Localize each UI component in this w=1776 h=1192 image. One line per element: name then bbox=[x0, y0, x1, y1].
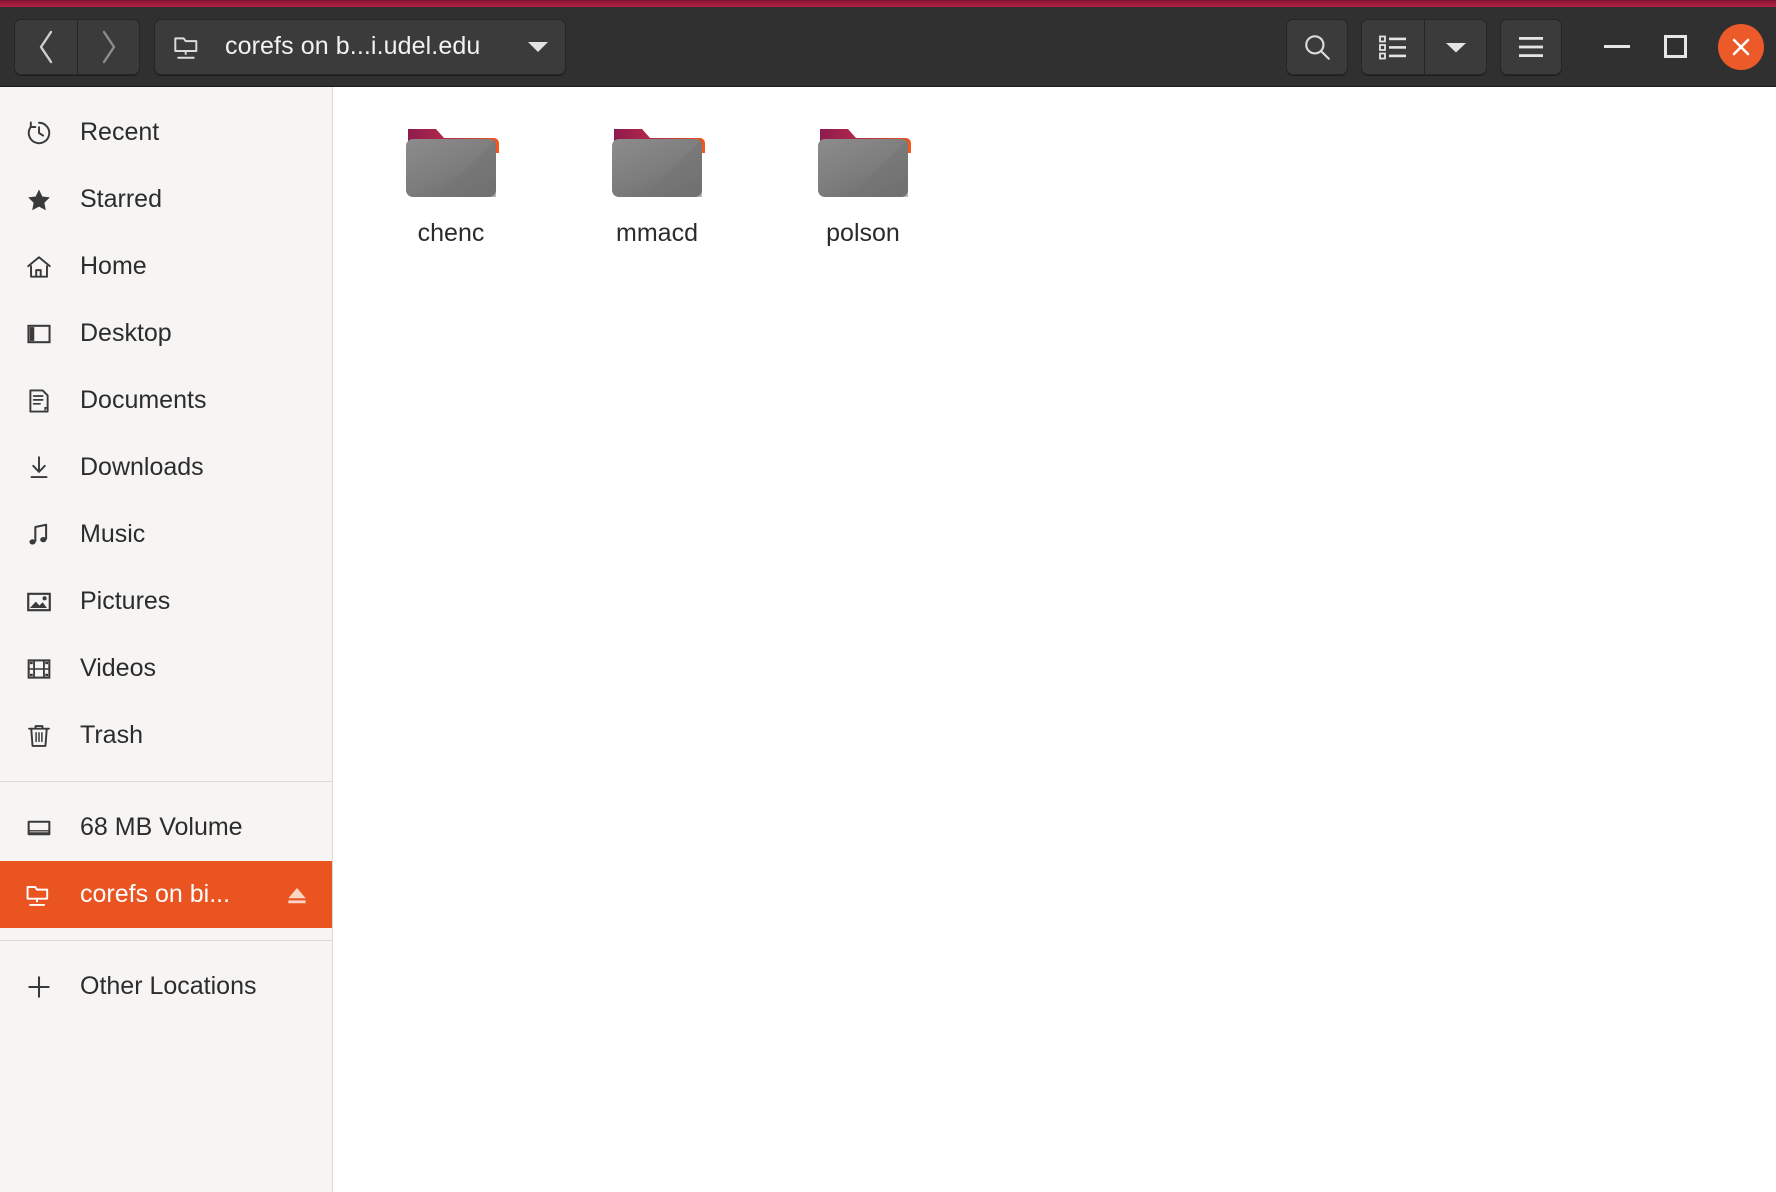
maximize-button[interactable] bbox=[1646, 18, 1704, 76]
sidebar-divider bbox=[0, 940, 332, 941]
minimize-button[interactable] bbox=[1588, 18, 1646, 76]
file-manager-window: corefs on b...i.udel.edu Recent Starred … bbox=[0, 0, 1776, 1192]
close-button[interactable] bbox=[1718, 23, 1764, 70]
sidebar-divider bbox=[0, 781, 332, 782]
sidebar-item-desktop[interactable]: Desktop bbox=[0, 300, 332, 367]
chevron-down-icon bbox=[1445, 42, 1466, 52]
chevron-right-icon bbox=[102, 30, 115, 63]
network-folder-icon bbox=[173, 32, 203, 62]
sidebar-item-starred[interactable]: Starred bbox=[0, 166, 332, 233]
sidebar-item-label: Home bbox=[80, 252, 147, 280]
document-icon bbox=[24, 386, 54, 416]
sidebar-item-home[interactable]: Home bbox=[0, 233, 332, 300]
folder-icon bbox=[814, 117, 912, 205]
home-icon bbox=[24, 252, 54, 282]
navigation-button-group bbox=[14, 18, 140, 75]
search-button[interactable] bbox=[1286, 18, 1348, 75]
back-button[interactable] bbox=[15, 19, 77, 74]
file-item[interactable]: chenc bbox=[375, 111, 527, 248]
desktop-icon bbox=[24, 319, 54, 349]
hamburger-menu-icon bbox=[1519, 36, 1543, 57]
network-folder-icon bbox=[24, 880, 54, 910]
sidebar-item-label: Recent bbox=[80, 118, 160, 146]
search-icon bbox=[1305, 34, 1330, 60]
sidebar-item-label: corefs on bi... bbox=[80, 880, 231, 908]
eject-icon[interactable] bbox=[284, 882, 316, 908]
window-body: Recent Starred Home Desktop Documents Do… bbox=[0, 87, 1776, 1192]
sidebar-item-corefs-on-bi[interactable]: corefs on bi... bbox=[0, 861, 332, 928]
sidebar-item-pictures[interactable]: Pictures bbox=[0, 568, 332, 635]
sidebar-item-label: Pictures bbox=[80, 587, 171, 615]
window-accent-strip bbox=[0, 0, 1776, 7]
path-label: corefs on b...i.udel.edu bbox=[225, 32, 481, 60]
sidebar-item-label: Documents bbox=[80, 386, 207, 414]
star-icon bbox=[24, 185, 54, 215]
file-name-label: mmacd bbox=[616, 219, 698, 247]
sidebar-item-label: Other Locations bbox=[80, 972, 257, 1000]
file-item[interactable]: mmacd bbox=[581, 111, 733, 248]
main-menu-button[interactable] bbox=[1500, 18, 1562, 75]
file-name-label: chenc bbox=[417, 219, 485, 247]
sidebar-item-label: Trash bbox=[80, 721, 143, 749]
sidebar-item-videos[interactable]: Videos bbox=[0, 635, 332, 702]
drive-icon bbox=[24, 813, 54, 843]
trash-icon bbox=[24, 721, 54, 751]
list-view-icon bbox=[1379, 35, 1406, 59]
close-icon bbox=[1732, 38, 1750, 55]
path-location-button[interactable]: corefs on b...i.udel.edu bbox=[154, 18, 566, 75]
file-grid: chenc mmacd polson bbox=[333, 87, 1776, 1192]
sidebar-item-label: Videos bbox=[80, 654, 156, 682]
folder-icon bbox=[402, 117, 500, 205]
sidebar-item-label: 68 MB Volume bbox=[80, 813, 243, 841]
picture-icon bbox=[24, 587, 54, 617]
sidebar-item-label: Desktop bbox=[80, 319, 172, 347]
music-note-icon bbox=[24, 520, 54, 550]
minimize-icon bbox=[1604, 45, 1630, 48]
sidebar-item-downloads[interactable]: Downloads bbox=[0, 434, 332, 501]
chevron-down-icon bbox=[527, 40, 549, 54]
list-view-button[interactable] bbox=[1362, 19, 1424, 74]
sidebar-item-music[interactable]: Music bbox=[0, 501, 332, 568]
chevron-left-icon bbox=[39, 30, 53, 63]
forward-button[interactable] bbox=[77, 19, 139, 74]
file-name-label: polson bbox=[826, 219, 900, 247]
sidebar-item-trash[interactable]: Trash bbox=[0, 702, 332, 769]
film-icon bbox=[24, 654, 54, 684]
sidebar-item-label: Downloads bbox=[80, 453, 204, 481]
file-item[interactable]: polson bbox=[787, 111, 939, 248]
folder-icon bbox=[608, 117, 706, 205]
sidebar-item-recent[interactable]: Recent bbox=[0, 99, 332, 166]
sidebar: Recent Starred Home Desktop Documents Do… bbox=[0, 87, 333, 1192]
sidebar-item-label: Music bbox=[80, 520, 146, 548]
sidebar-item-68-mb-volume[interactable]: 68 MB Volume bbox=[0, 794, 332, 861]
view-button-group bbox=[1361, 18, 1487, 75]
sidebar-item-other-locations[interactable]: Other Locations bbox=[0, 953, 332, 1020]
view-options-button[interactable] bbox=[1424, 19, 1486, 74]
plus-icon bbox=[24, 972, 54, 1002]
maximize-icon bbox=[1663, 35, 1687, 58]
sidebar-item-label: Starred bbox=[80, 185, 162, 213]
clock-icon bbox=[24, 118, 54, 148]
window-controls bbox=[1588, 18, 1764, 76]
download-icon bbox=[24, 453, 54, 483]
sidebar-item-documents[interactable]: Documents bbox=[0, 367, 332, 434]
header-bar: corefs on b...i.udel.edu bbox=[0, 7, 1776, 87]
